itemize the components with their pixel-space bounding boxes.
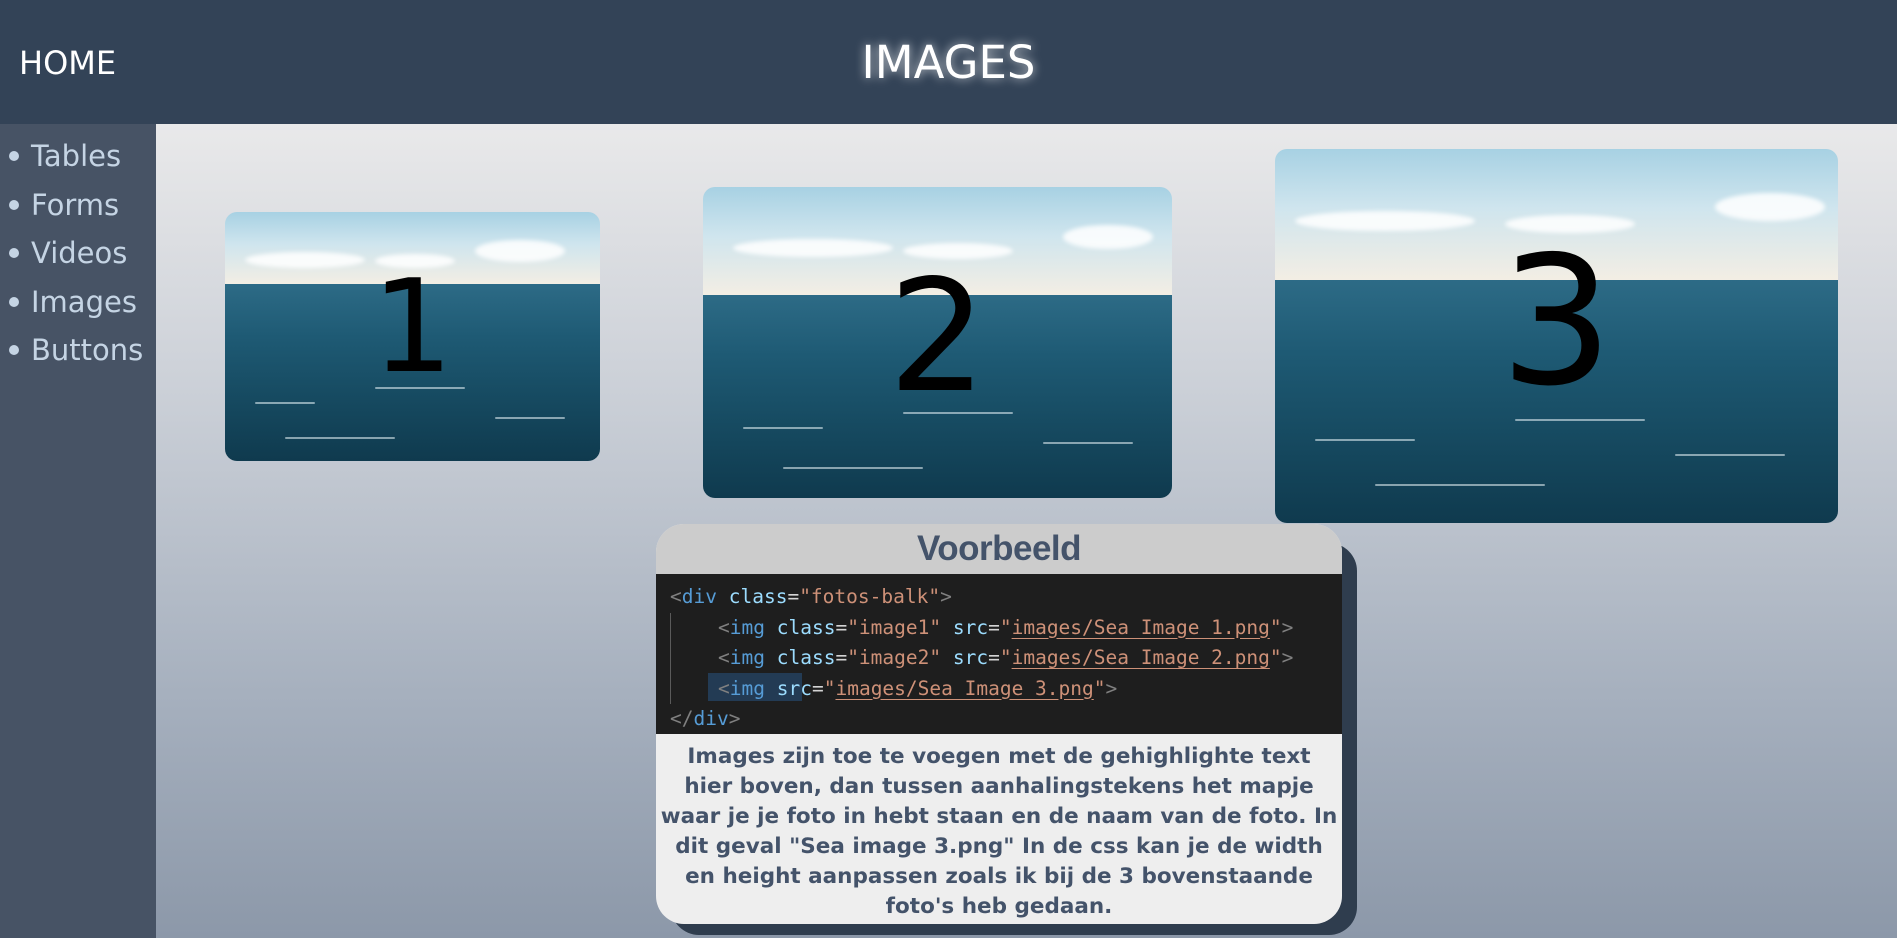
sidebar-item-images: Images: [0, 278, 156, 327]
sea-image-2: 2: [703, 187, 1172, 498]
code-link[interactable]: images/Sea Image 2.png: [1012, 646, 1270, 669]
image-number: 1: [371, 253, 454, 402]
code-line-2: <img class="image1" src="images/Sea Imag…: [718, 615, 1294, 639]
sidebar-link-buttons[interactable]: Buttons: [31, 333, 143, 367]
sidebar-link-videos[interactable]: Videos: [31, 236, 127, 270]
sidebar-item-buttons: Buttons: [0, 326, 156, 375]
bullet-icon: [9, 151, 19, 162]
sidebar-link-images[interactable]: Images: [31, 285, 137, 319]
code-line-4: <img src="images/Sea Image 3.png">: [718, 676, 1118, 700]
bullet-icon: [9, 199, 19, 210]
code-block: <div class="fotos-balk"> <img class="ima…: [656, 574, 1342, 734]
code-link[interactable]: images/Sea Image 1.png: [1012, 616, 1270, 639]
code-line-5: </div>: [670, 707, 741, 730]
code-line-1: <div class="fotos-balk">: [670, 585, 952, 608]
image-number: 3: [1499, 218, 1614, 425]
bullet-icon: [9, 345, 19, 356]
code-link[interactable]: images/Sea Image 3.png: [835, 677, 1093, 700]
code-line-3: <img class="image2" src="images/Sea Imag…: [718, 646, 1294, 669]
sidebar-link-tables[interactable]: Tables: [31, 139, 121, 173]
sidebar-item-tables: Tables: [0, 132, 156, 181]
sidebar-item-forms: Forms: [0, 181, 156, 230]
example-card: Voorbeeld <div class="fotos-balk"> <img …: [656, 524, 1342, 924]
sidebar-link-forms[interactable]: Forms: [31, 188, 119, 222]
example-title: Voorbeeld: [656, 524, 1342, 574]
sidebar-item-videos: Videos: [0, 229, 156, 278]
sidebar-list: Tables Forms Videos Images Buttons: [0, 124, 156, 375]
bullet-icon: [9, 248, 19, 259]
sea-image-3: 3: [1275, 149, 1838, 523]
image-number: 2: [888, 246, 987, 427]
bullet-icon: [9, 296, 19, 307]
sea-image-1: 1: [225, 212, 600, 461]
page-title: IMAGES: [861, 36, 1036, 89]
sidebar: Tables Forms Videos Images Buttons: [0, 124, 156, 938]
example-description: Images zijn toe te voegen met de gehighl…: [660, 744, 1338, 919]
top-bar: HOME IMAGES: [0, 0, 1897, 124]
